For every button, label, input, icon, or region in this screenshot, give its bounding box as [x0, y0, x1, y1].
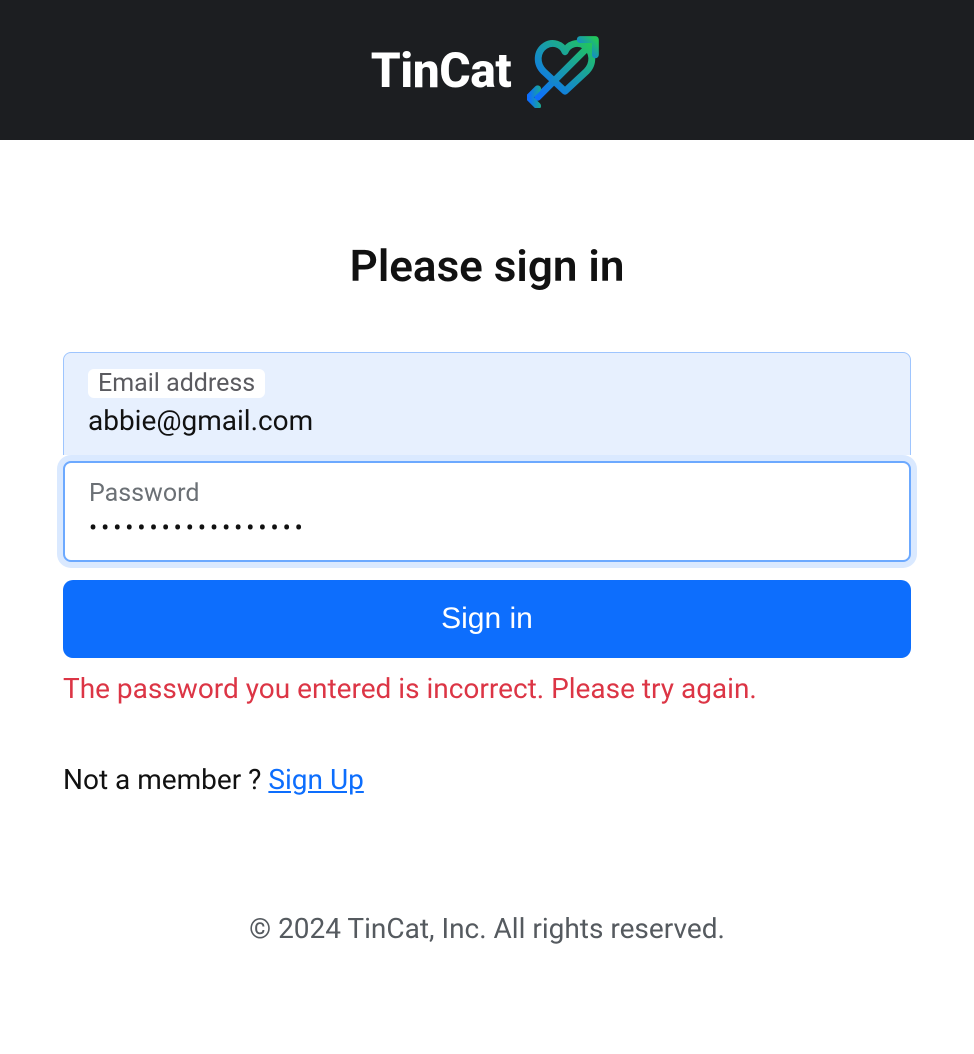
email-field-wrapper[interactable]: Email address [63, 352, 911, 455]
signup-prompt: Not a member ? [63, 763, 268, 796]
page-title: Please sign in [63, 240, 911, 292]
heart-arrow-icon [527, 32, 603, 108]
signin-main: Please sign in Email address Password Si… [31, 140, 943, 945]
signup-link[interactable]: Sign Up [268, 763, 363, 796]
footer-copyright: © 2024 TinCat, Inc. All rights reserved. [63, 912, 911, 945]
signup-row: Not a member ? Sign Up [63, 763, 911, 796]
email-input[interactable] [88, 404, 886, 437]
email-label: Email address [88, 369, 265, 398]
app-header: TinCat [0, 0, 974, 140]
password-input[interactable] [89, 514, 885, 542]
error-message: The password you entered is incorrect. P… [63, 672, 911, 705]
signin-button[interactable]: Sign in [63, 580, 911, 658]
password-label: Password [89, 479, 199, 508]
password-field-wrapper[interactable]: Password [63, 461, 911, 562]
brand-name: TinCat [371, 42, 511, 99]
